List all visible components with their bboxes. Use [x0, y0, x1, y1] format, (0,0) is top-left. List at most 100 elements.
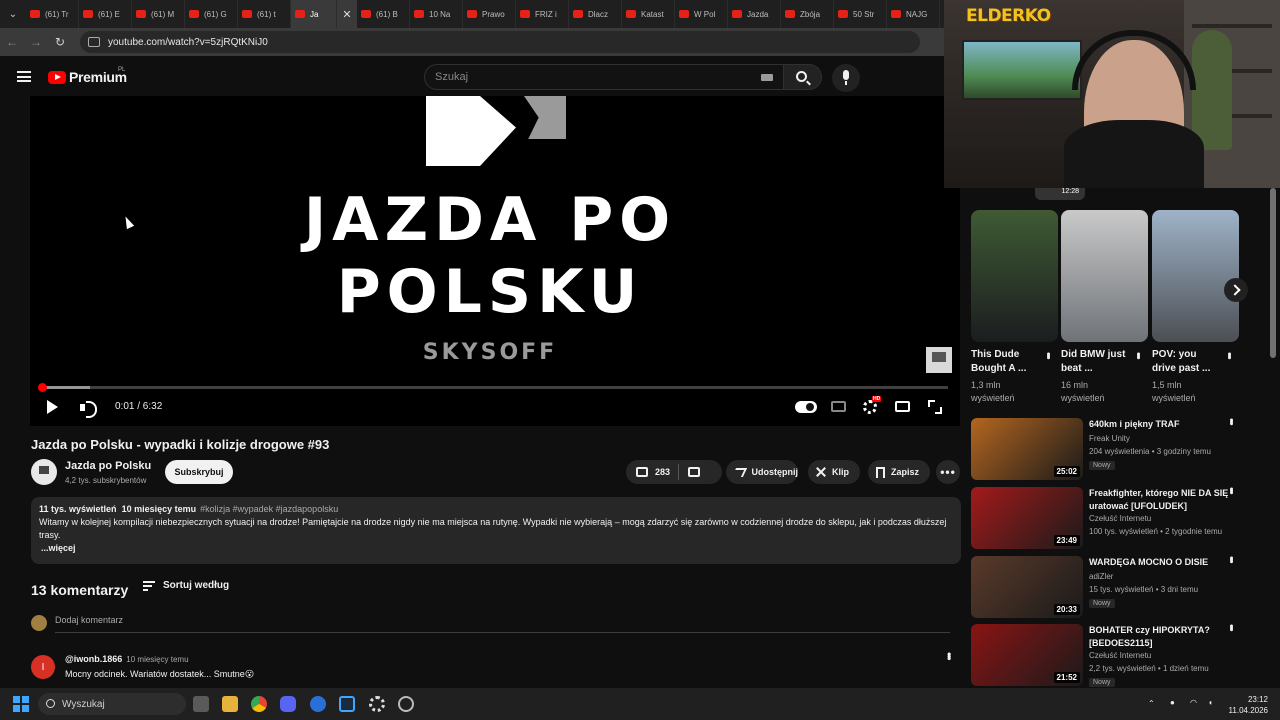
browser-tab[interactable]: Prawo	[463, 0, 516, 28]
recommended-video[interactable]: 23:49 Freakfighter, którego NIE DA SIĘ ur…	[971, 487, 1241, 549]
terminal-icon[interactable]	[339, 696, 355, 712]
obs-icon[interactable]	[398, 696, 414, 712]
scrubber-handle[interactable]	[38, 383, 47, 392]
short-thumbnail[interactable]	[1152, 210, 1239, 342]
comment-author[interactable]: @iwonb.1866 10 miesięcy temu	[65, 654, 189, 664]
back-icon[interactable]: ←	[0, 28, 24, 56]
like-button[interactable]: 283	[626, 460, 670, 484]
video-menu-icon[interactable]: •••	[1225, 624, 1237, 630]
comment-author-name[interactable]: @iwonb.1866	[65, 654, 122, 664]
play-icon[interactable]	[47, 400, 58, 414]
settings-gear-icon[interactable]: HD	[863, 396, 882, 414]
microphone-tray-icon[interactable]: ●	[1170, 698, 1175, 707]
short-card[interactable]: This Dude Bought A ... 1,3 mln wyświetleń…	[971, 210, 1058, 405]
file-explorer-icon[interactable]	[222, 696, 238, 712]
tab-search-icon[interactable]: ⌄	[0, 0, 26, 28]
short-card[interactable]: Did BMW just beat ... 16 mln wyświetleń ••…	[1061, 210, 1148, 405]
short-card[interactable]: POV: you drive past ... 1,5 mln wyświetle…	[1152, 210, 1239, 405]
browser-tab[interactable]: Katast	[622, 0, 675, 28]
thumbs-down-icon[interactable]	[688, 467, 701, 477]
browser-tab[interactable]: W Pol	[675, 0, 728, 28]
channel-watermark[interactable]	[926, 347, 952, 373]
video-player[interactable]: JAZDA PO POLSKU SKYSOFF 0:01 / 6:32 HD	[30, 96, 960, 426]
sort-comments-button[interactable]: Sortuj według	[143, 580, 229, 591]
video-title[interactable]: 640km i piękny TRAF	[1089, 418, 1229, 431]
recommended-video[interactable]: 20:33 WARDĘGA MOCNO O DISIE adiZler 15 tys.…	[971, 556, 1241, 618]
video-menu-icon[interactable]: •••	[1225, 556, 1237, 562]
browser-tab[interactable]: (61) M	[132, 0, 185, 28]
browser-tab[interactable]: (61) Tr	[26, 0, 79, 28]
short-menu-icon[interactable]: •••	[1223, 352, 1235, 358]
page-scrollbar[interactable]	[1270, 188, 1276, 358]
video-menu-icon[interactable]: •••	[1225, 418, 1237, 424]
video-thumbnail[interactable]: 20:33	[971, 556, 1083, 618]
autoplay-toggle[interactable]	[795, 401, 817, 413]
shorts-next-arrow-icon[interactable]	[1224, 278, 1248, 302]
short-thumbnail[interactable]	[1061, 210, 1148, 342]
save-button[interactable]: Zapisz	[868, 460, 930, 484]
forward-icon[interactable]: →	[24, 28, 48, 56]
browser-tab[interactable]: Ja	[291, 0, 337, 28]
progress-bar[interactable]	[38, 383, 948, 392]
short-menu-icon[interactable]: •••	[1132, 352, 1144, 358]
address-bar[interactable]: youtube.com/watch?v=5zjRQtKNiJ0	[80, 31, 920, 53]
voice-search-button[interactable]	[832, 64, 860, 92]
video-thumbnail[interactable]: 25:02	[971, 418, 1083, 480]
short-title[interactable]: This Dude Bought A ...	[971, 348, 1041, 376]
site-info-icon[interactable]	[88, 37, 100, 47]
browser-tab[interactable]: (61) B	[357, 0, 410, 28]
video-channel[interactable]: Czełuść Internetu	[1089, 651, 1151, 660]
fullscreen-icon[interactable]	[928, 400, 942, 414]
more-actions-button[interactable]: •••	[936, 460, 960, 484]
tray-chevron-icon[interactable]: ⌃	[1148, 699, 1155, 708]
speaker-icon[interactable]: ◖	[1208, 698, 1213, 707]
video-thumbnail[interactable]: 21:52	[971, 624, 1083, 686]
short-title[interactable]: POV: you drive past ...	[1152, 348, 1222, 376]
browser-tab[interactable]: NAJG	[887, 0, 940, 28]
comment-menu-icon[interactable]: •••	[942, 652, 956, 659]
task-view-icon[interactable]	[193, 696, 209, 712]
taskbar-search[interactable]: Wyszukaj	[38, 693, 186, 715]
search-input[interactable]: Szukaj	[424, 64, 784, 90]
browser-tab[interactable]: Jazda	[728, 0, 781, 28]
video-menu-icon[interactable]: •••	[1225, 487, 1237, 493]
menu-icon[interactable]	[17, 71, 31, 82]
video-title[interactable]: WARDĘGA MOCNO O DISIE	[1089, 556, 1229, 569]
windows-start-icon[interactable]	[13, 696, 29, 712]
partial-video-thumbnail[interactable]: 12:28	[1035, 188, 1085, 200]
video-channel[interactable]: adiZler	[1089, 572, 1113, 581]
short-menu-icon[interactable]: •••	[1042, 352, 1054, 358]
reload-icon[interactable]: ↻	[48, 28, 72, 56]
subtitles-icon[interactable]	[831, 401, 846, 412]
close-tab-icon[interactable]: ✕	[337, 0, 357, 28]
settings-icon[interactable]	[369, 696, 385, 712]
browser-tab[interactable]: Dlacz	[569, 0, 622, 28]
volume-icon[interactable]	[80, 401, 97, 418]
recommended-video[interactable]: 21:52 BOHATER czy HIPOKRYTA? [BEDOES2115]…	[971, 624, 1241, 687]
add-comment-input[interactable]: Dodaj komentarz	[55, 615, 950, 633]
browser-tab[interactable]: 10 Na	[410, 0, 463, 28]
show-more-link[interactable]: ...więcej	[41, 542, 953, 555]
browser-tab[interactable]: FRIZ i	[516, 0, 569, 28]
search-button[interactable]	[784, 64, 822, 90]
browser-tab[interactable]: (61) G	[185, 0, 238, 28]
video-channel[interactable]: Freak Unity	[1089, 434, 1130, 443]
clip-button[interactable]: Klip	[808, 460, 860, 484]
channel-name[interactable]: Jazda po Polsku	[65, 460, 151, 472]
discord-icon[interactable]	[280, 696, 296, 712]
network-icon[interactable]: ◠	[1190, 698, 1197, 707]
hashtags[interactable]: #kolizja #wypadek #jazdapopolsku	[200, 504, 338, 514]
theater-mode-icon[interactable]	[895, 401, 910, 412]
recommended-video[interactable]: 25:02 640km i piękny TRAF Freak Unity 204 w…	[971, 418, 1241, 480]
share-button[interactable]: Udostępnij	[726, 460, 798, 484]
browser-tab[interactable]: Zbója	[781, 0, 834, 28]
video-thumbnail[interactable]: 23:49	[971, 487, 1083, 549]
subscribe-button[interactable]: Subskrybuj	[165, 460, 233, 484]
chrome-icon[interactable]	[251, 696, 267, 712]
browser-tab[interactable]: (61) t	[238, 0, 291, 28]
clock[interactable]: 23:12 11.04.2026	[1216, 694, 1268, 716]
browser-tab[interactable]: 50 Str	[834, 0, 887, 28]
youtube-premium-logo[interactable]: Premium	[48, 69, 127, 85]
video-channel[interactable]: Czełuść Internetu	[1089, 514, 1151, 523]
browser-tab[interactable]: (61) E	[79, 0, 132, 28]
